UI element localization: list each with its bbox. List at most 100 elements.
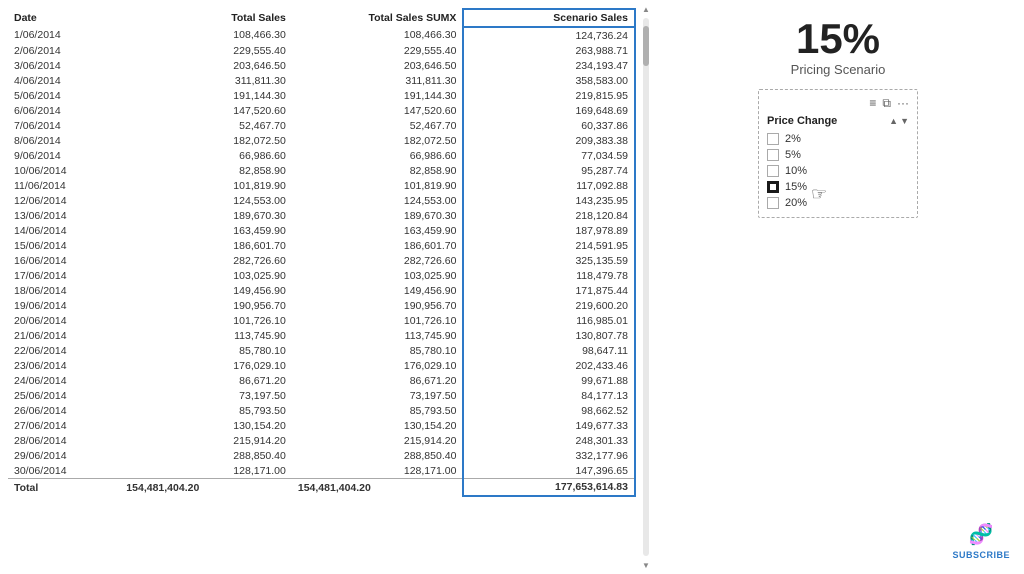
cell-total-sales: 149,456.90 — [120, 283, 292, 298]
cell-scenario-sales: 60,337.86 — [463, 118, 635, 133]
table-row: 2/06/2014 229,555.40 229,555.40 263,988.… — [8, 43, 635, 58]
cell-total-sumx: 128,171.00 — [292, 463, 464, 479]
table-row: 15/06/2014 186,601.70 186,601.70 214,591… — [8, 238, 635, 253]
data-table: Date Total Sales Total Sales SUMX Scenar… — [8, 8, 636, 497]
table-row: 19/06/2014 190,956.70 190,956.70 219,600… — [8, 298, 635, 313]
cell-total-sales: 85,793.50 — [120, 403, 292, 418]
cell-scenario-sales: 332,177.96 — [463, 448, 635, 463]
price-option-item[interactable]: 5% — [767, 147, 909, 163]
scroll-up-arrow[interactable]: ▲ — [641, 4, 651, 14]
cell-total-sales: 186,601.70 — [120, 238, 292, 253]
price-option-checkbox[interactable] — [767, 165, 779, 177]
price-option-item[interactable]: 20% — [767, 195, 909, 211]
price-option-checkbox[interactable] — [767, 133, 779, 145]
table-row: 11/06/2014 101,819.90 101,819.90 117,092… — [8, 178, 635, 193]
cell-total-sumx: 182,072.50 — [292, 133, 464, 148]
cell-date: 8/06/2014 — [8, 133, 120, 148]
cell-scenario-sales: 248,301.33 — [463, 433, 635, 448]
table-area: Date Total Sales Total Sales SUMX Scenar… — [0, 0, 640, 574]
cell-scenario-sales: 219,600.20 — [463, 298, 635, 313]
cursor-hand-icon: ☞ — [811, 184, 827, 205]
table-row: 13/06/2014 189,670.30 189,670.30 218,120… — [8, 208, 635, 223]
price-option-item[interactable]: 10% — [767, 163, 909, 179]
cell-date: 3/06/2014 — [8, 58, 120, 73]
menu-icon[interactable]: ≡ — [869, 96, 876, 111]
footer-total-sumx: 154,481,404.20 — [292, 479, 464, 497]
cell-scenario-sales: 214,591.95 — [463, 238, 635, 253]
table-row: 25/06/2014 73,197.50 73,197.50 84,177.13 — [8, 388, 635, 403]
table-row: 14/06/2014 163,459.90 163,459.90 187,978… — [8, 223, 635, 238]
expand-icon[interactable]: ⧉ — [882, 96, 891, 111]
header-scenario-sales: Scenario Sales — [463, 9, 635, 27]
scroll-thumb[interactable] — [643, 26, 649, 66]
cell-date: 13/06/2014 — [8, 208, 120, 223]
subscribe-label: SUBSCRIBE — [952, 550, 1010, 560]
cell-total-sumx: 52,467.70 — [292, 118, 464, 133]
cell-total-sumx: 82,858.90 — [292, 163, 464, 178]
scroll-down-arrow[interactable]: ▼ — [641, 560, 651, 570]
cell-scenario-sales: 77,034.59 — [463, 148, 635, 163]
cell-total-sales: 128,171.00 — [120, 463, 292, 479]
table-row: 17/06/2014 103,025.90 103,025.90 118,479… — [8, 268, 635, 283]
cell-scenario-sales: 209,383.38 — [463, 133, 635, 148]
price-option-label: 20% — [785, 197, 807, 209]
price-card: ≡ ⧉ ··· Price Change ▲ ▼ 2%5%10%15%20% ☞ — [758, 89, 918, 218]
price-option-checkbox[interactable] — [767, 181, 779, 193]
cell-total-sales: 190,956.70 — [120, 298, 292, 313]
cell-total-sales: 82,858.90 — [120, 163, 292, 178]
cell-total-sales: 130,154.20 — [120, 418, 292, 433]
cell-scenario-sales: 147,396.65 — [463, 463, 635, 479]
cell-total-sales: 108,466.30 — [120, 27, 292, 43]
cell-scenario-sales: 118,479.78 — [463, 268, 635, 283]
price-option-item[interactable]: 2% — [767, 131, 909, 147]
cell-total-sales: 215,914.20 — [120, 433, 292, 448]
table-row: 10/06/2014 82,858.90 82,858.90 95,287.74 — [8, 163, 635, 178]
price-option-label: 15% — [785, 181, 807, 193]
cell-scenario-sales: 116,985.01 — [463, 313, 635, 328]
more-icon[interactable]: ··· — [897, 96, 909, 111]
cell-scenario-sales: 187,978.89 — [463, 223, 635, 238]
table-row: 3/06/2014 203,646.50 203,646.50 234,193.… — [8, 58, 635, 73]
table-row: 7/06/2014 52,467.70 52,467.70 60,337.86 — [8, 118, 635, 133]
price-option-checkbox[interactable] — [767, 149, 779, 161]
price-option-checkbox[interactable] — [767, 197, 779, 209]
cell-total-sales: 101,819.90 — [120, 178, 292, 193]
table-row: 21/06/2014 113,745.90 113,745.90 130,807… — [8, 328, 635, 343]
cell-total-sumx: 130,154.20 — [292, 418, 464, 433]
cell-date: 14/06/2014 — [8, 223, 120, 238]
cell-total-sales: 52,467.70 — [120, 118, 292, 133]
cell-total-sales: 73,197.50 — [120, 388, 292, 403]
cell-date: 15/06/2014 — [8, 238, 120, 253]
cell-total-sales: 182,072.50 — [120, 133, 292, 148]
cell-date: 7/06/2014 — [8, 118, 120, 133]
cell-total-sumx: 282,726.60 — [292, 253, 464, 268]
cell-total-sales: 282,726.60 — [120, 253, 292, 268]
sort-down-icon[interactable]: ▼ — [900, 116, 909, 126]
cell-total-sales: 311,811.30 — [120, 73, 292, 88]
price-option-label: 5% — [785, 149, 801, 161]
scroll-track[interactable] — [643, 18, 649, 556]
cell-date: 20/06/2014 — [8, 313, 120, 328]
cell-scenario-sales: 358,583.00 — [463, 73, 635, 88]
table-row: 22/06/2014 85,780.10 85,780.10 98,647.11 — [8, 343, 635, 358]
table-row: 23/06/2014 176,029.10 176,029.10 202,433… — [8, 358, 635, 373]
cell-scenario-sales: 171,875.44 — [463, 283, 635, 298]
table-row: 8/06/2014 182,072.50 182,072.50 209,383.… — [8, 133, 635, 148]
cell-scenario-sales: 169,648.69 — [463, 103, 635, 118]
subscribe-area: 🧬 SUBSCRIBE — [952, 522, 1010, 560]
footer-total-sales: 154,481,404.20 — [120, 479, 292, 497]
cell-total-sumx: 163,459.90 — [292, 223, 464, 238]
price-option-item[interactable]: 15% — [767, 179, 909, 195]
table-row: 9/06/2014 66,986.60 66,986.60 77,034.59 — [8, 148, 635, 163]
cell-total-sumx: 190,956.70 — [292, 298, 464, 313]
cell-total-sales: 86,671.20 — [120, 373, 292, 388]
cell-scenario-sales: 218,120.84 — [463, 208, 635, 223]
table-row: 1/06/2014 108,466.30 108,466.30 124,736.… — [8, 27, 635, 43]
scrollbar[interactable]: ▲ ▼ — [640, 0, 652, 574]
cell-total-sumx: 73,197.50 — [292, 388, 464, 403]
table-row: 6/06/2014 147,520.60 147,520.60 169,648.… — [8, 103, 635, 118]
cell-total-sumx: 203,646.50 — [292, 58, 464, 73]
cell-scenario-sales: 130,807.78 — [463, 328, 635, 343]
table-row: 12/06/2014 124,553.00 124,553.00 143,235… — [8, 193, 635, 208]
sort-up-icon[interactable]: ▲ — [889, 116, 898, 126]
